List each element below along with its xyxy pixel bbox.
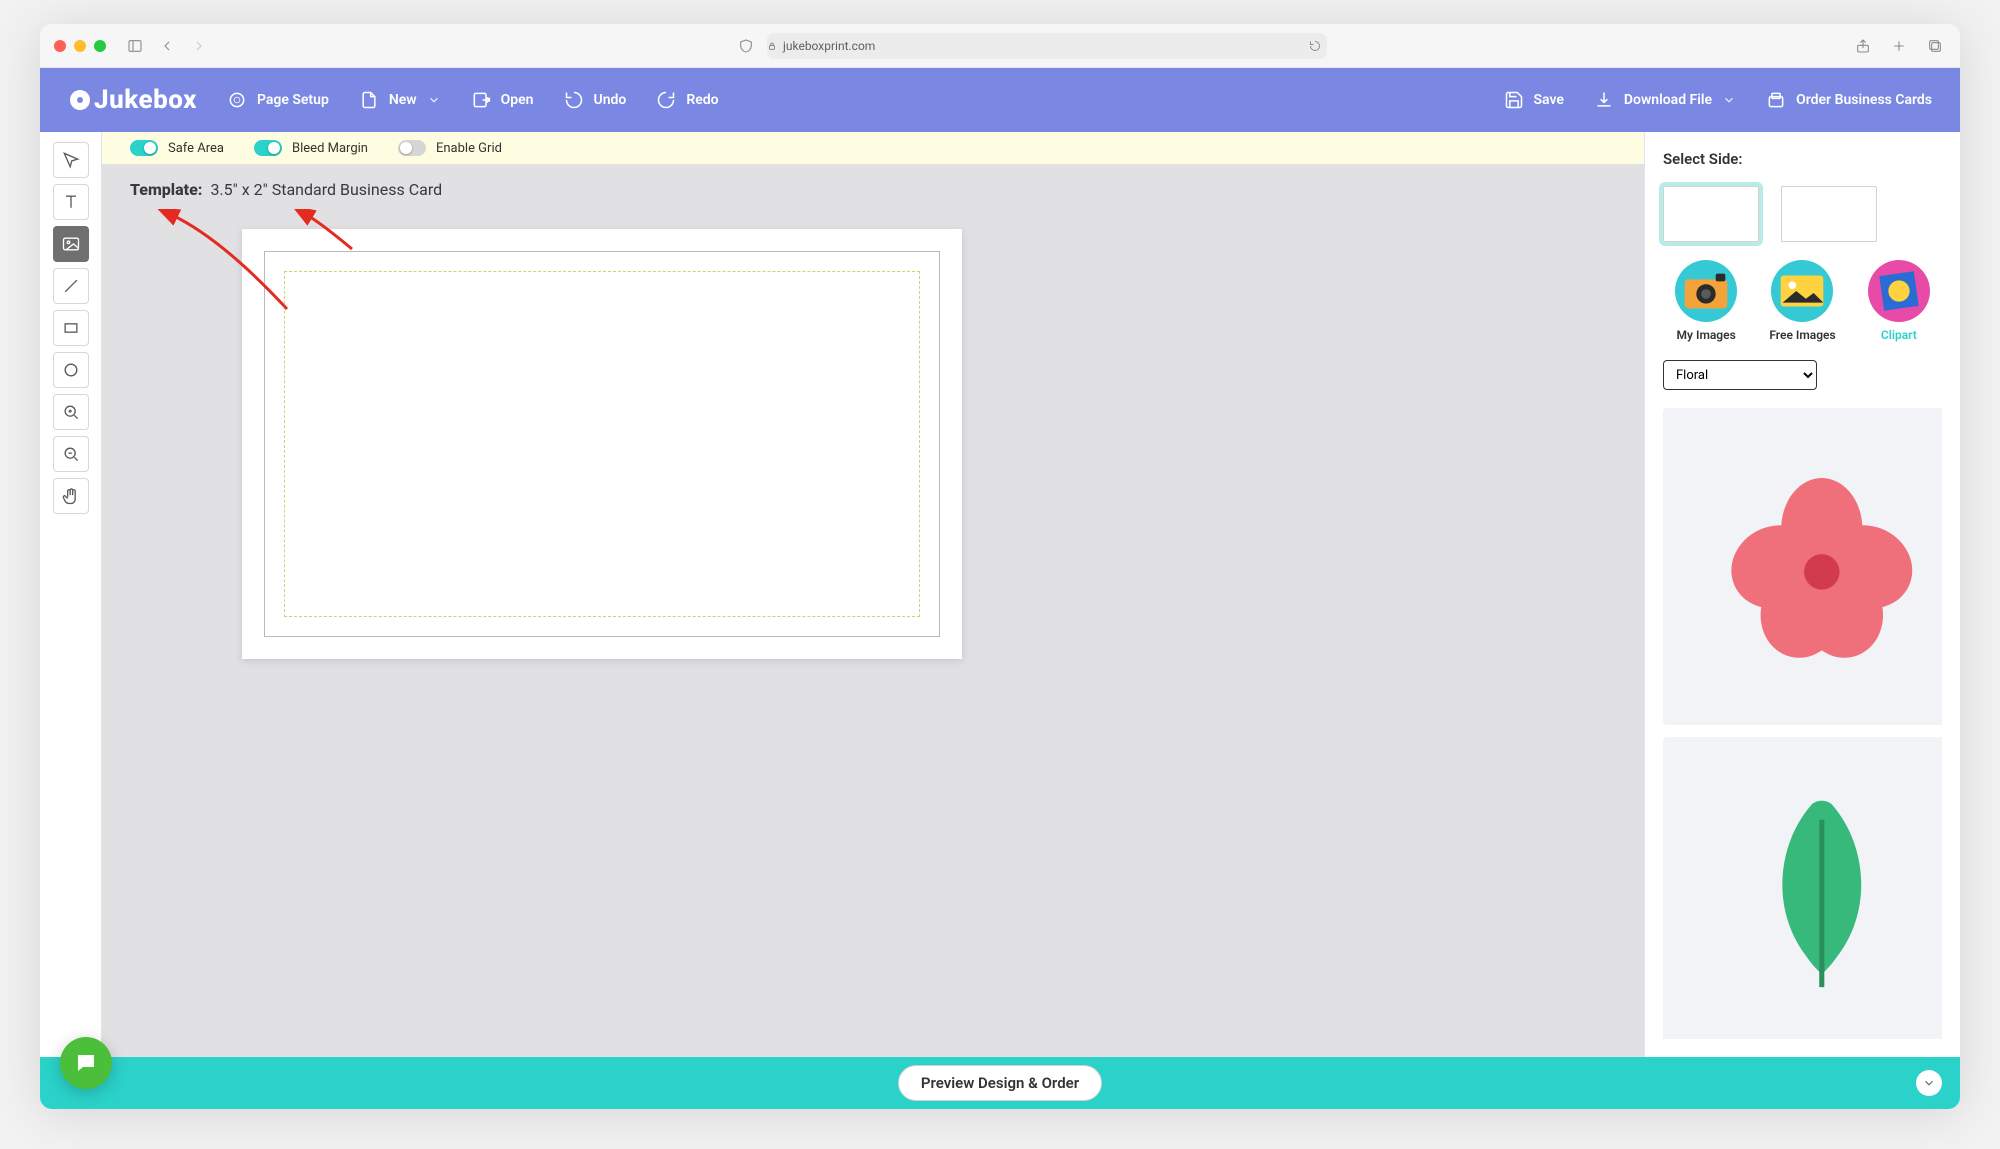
tab-free-images[interactable]: Free Images	[1759, 260, 1845, 342]
save-button[interactable]: Save	[1504, 90, 1564, 110]
nav-forward-icon[interactable]	[188, 35, 210, 57]
tool-rail	[40, 132, 102, 1057]
hand-tool[interactable]	[53, 478, 89, 514]
tab-my-images[interactable]: My Images	[1663, 260, 1749, 342]
circle-tool[interactable]	[53, 352, 89, 388]
nav-back-icon[interactable]	[156, 35, 178, 57]
app-bar: Jukebox Page Setup New Open Undo Red	[40, 68, 1960, 132]
footer-expand-button[interactable]	[1916, 1070, 1942, 1096]
download-file-button[interactable]: Download File	[1594, 90, 1736, 110]
undo-button[interactable]: Undo	[564, 90, 627, 110]
new-button[interactable]: New	[359, 90, 441, 110]
clipart-grid[interactable]	[1663, 408, 1942, 1039]
redo-button[interactable]: Redo	[656, 90, 718, 110]
enable-grid-switch[interactable]	[398, 140, 426, 156]
address-url: jukeboxprint.com	[783, 39, 875, 53]
photo-icon	[1771, 260, 1833, 322]
select-tool[interactable]	[53, 142, 89, 178]
line-tool[interactable]	[53, 268, 89, 304]
safe-area-toggle[interactable]: Safe Area	[130, 140, 224, 156]
order-button[interactable]: Order Business Cards	[1766, 90, 1932, 110]
canvas-area[interactable]	[102, 209, 1644, 1057]
address-bar[interactable]: jukeboxprint.com	[767, 33, 1327, 59]
template-info: Template: 3.5" x 2" Standard Business Ca…	[102, 164, 1644, 209]
tabs-overview-icon[interactable]	[1924, 35, 1946, 57]
window-minimize-button[interactable]	[74, 40, 86, 52]
clipart-category-select[interactable]: Floral	[1663, 360, 1817, 390]
rectangle-tool[interactable]	[53, 310, 89, 346]
side-front-thumb[interactable]	[1663, 186, 1759, 242]
view-options-bar: Safe Area Bleed Margin Enable Grid	[102, 132, 1644, 164]
safe-area-guide	[284, 271, 920, 617]
clipart-item-leaf[interactable]	[1663, 737, 1942, 1039]
right-panel: Select Side: My Images	[1644, 132, 1960, 1057]
footer-bar: Preview Design & Order	[40, 1057, 1960, 1109]
select-side-label: Select Side:	[1663, 150, 1942, 168]
bleed-margin-toggle[interactable]: Bleed Margin	[254, 140, 368, 156]
page-setup-button[interactable]: Page Setup	[227, 90, 329, 110]
camera-icon	[1675, 260, 1737, 322]
window-close-button[interactable]	[54, 40, 66, 52]
reload-icon[interactable]	[1309, 40, 1321, 52]
browser-titlebar: jukeboxprint.com	[40, 24, 1960, 68]
image-tool[interactable]	[53, 226, 89, 262]
share-icon[interactable]	[1852, 35, 1874, 57]
chevron-down-icon	[427, 93, 441, 107]
enable-grid-toggle[interactable]: Enable Grid	[398, 140, 502, 156]
clipart-icon	[1868, 260, 1930, 322]
chevron-down-icon	[1722, 93, 1736, 107]
tab-clipart[interactable]: Clipart	[1856, 260, 1942, 342]
safe-area-switch[interactable]	[130, 140, 158, 156]
chat-launcher[interactable]	[60, 1037, 112, 1089]
brand-text: Jukebox	[94, 85, 197, 115]
chat-icon	[74, 1051, 98, 1075]
bleed-margin-switch[interactable]	[254, 140, 282, 156]
window-controls	[54, 40, 106, 52]
sidebar-toggle-icon[interactable]	[124, 35, 146, 57]
new-tab-icon[interactable]	[1888, 35, 1910, 57]
zoom-in-tool[interactable]	[53, 394, 89, 430]
brand-logo[interactable]: Jukebox	[68, 85, 197, 115]
preview-order-button[interactable]: Preview Design & Order	[898, 1065, 1102, 1101]
text-tool[interactable]	[53, 184, 89, 220]
design-canvas[interactable]	[242, 229, 962, 659]
open-button[interactable]: Open	[471, 90, 534, 110]
privacy-shield-icon[interactable]	[735, 35, 757, 57]
lock-icon	[767, 41, 777, 51]
window-maximize-button[interactable]	[94, 40, 106, 52]
side-back-thumb[interactable]	[1781, 186, 1877, 242]
zoom-out-tool[interactable]	[53, 436, 89, 472]
clipart-item-hibiscus[interactable]	[1663, 408, 1942, 725]
